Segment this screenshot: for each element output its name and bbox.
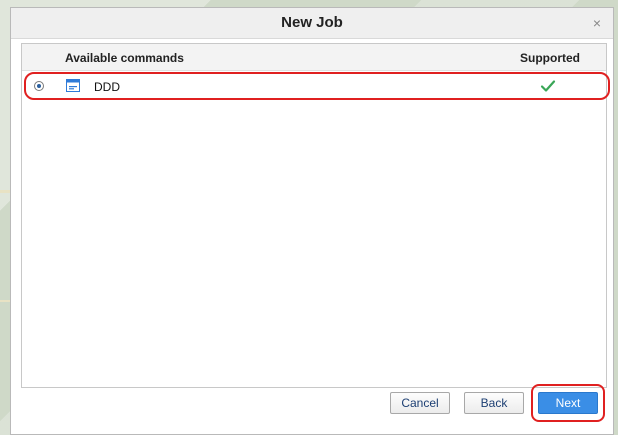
dialog-titlebar: New Job × — [11, 8, 613, 39]
command-icon — [66, 79, 80, 92]
command-name: DDD — [94, 80, 120, 94]
map-road — [0, 300, 10, 302]
table-header: Available commands Supported — [22, 44, 606, 71]
commands-table: Available commands Supported DDD — [21, 43, 610, 388]
table-row[interactable]: DDD — [22, 72, 610, 104]
close-icon[interactable]: × — [589, 15, 605, 31]
map-road — [0, 190, 10, 193]
new-job-dialog: New Job × Available commands Supported D… — [10, 7, 614, 435]
column-header-available-commands: Available commands — [65, 51, 184, 65]
dialog-title: New Job — [281, 14, 343, 31]
cancel-button[interactable]: Cancel — [390, 392, 450, 414]
checkmark-icon — [540, 80, 556, 92]
next-button[interactable]: Next — [538, 392, 598, 414]
column-header-supported: Supported — [520, 51, 580, 65]
back-button[interactable]: Back — [464, 392, 524, 414]
command-radio[interactable] — [34, 81, 44, 91]
